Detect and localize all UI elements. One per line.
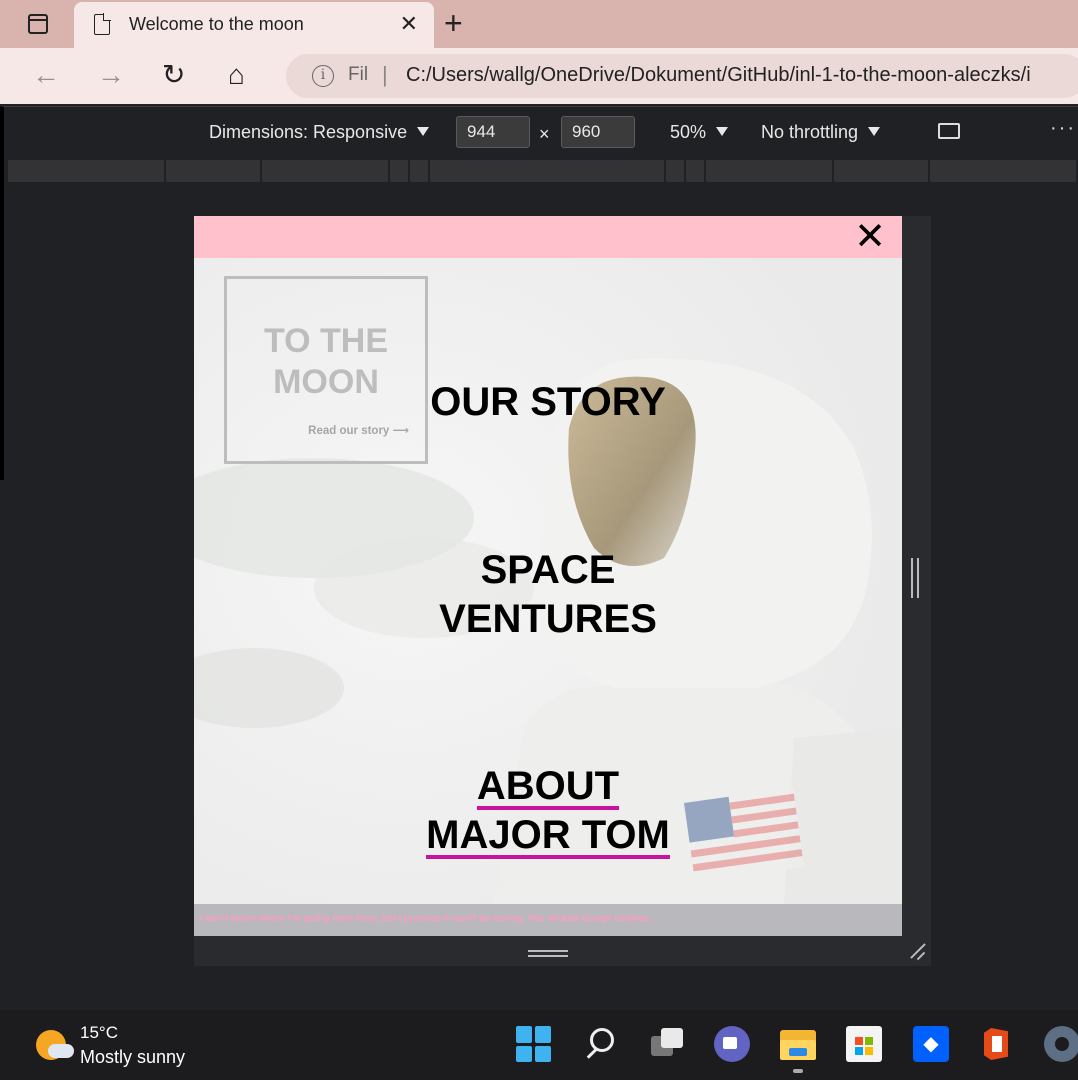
task-view-icon[interactable]: [649, 1026, 685, 1062]
media-query-segment[interactable]: [706, 160, 834, 182]
media-query-segment[interactable]: [930, 160, 1078, 182]
new-tab-button[interactable]: +: [444, 6, 463, 40]
media-query-bar: [4, 158, 1078, 184]
menu-item-our-story[interactable]: OUR STORY: [194, 378, 902, 427]
address-url[interactable]: C:/Users/wallg/OneDrive/Dokument/GitHub/…: [406, 64, 1031, 87]
tab-strip: Welcome to the moon ✕ +: [0, 0, 1078, 48]
menu-item-label: ABOUT: [476, 764, 620, 810]
menu-item-about-major-tom[interactable]: ABOUT MAJOR TOM: [194, 762, 902, 860]
office-icon[interactable]: [979, 1026, 1015, 1062]
cookie-text: I don't know where I'm going from here, …: [200, 913, 652, 924]
viewport-right-resize-handle[interactable]: [902, 216, 931, 966]
rotate-icon[interactable]: [938, 123, 960, 139]
logo-box[interactable]: TO THE MOON Read our story ⟶: [224, 276, 428, 464]
logo-title-line: TO THE: [263, 322, 389, 360]
menu-item-label: SPACE: [480, 548, 616, 592]
media-query-segment[interactable]: [666, 160, 686, 182]
media-query-segment[interactable]: [686, 160, 706, 182]
menu-item-label: OUR STORY: [430, 380, 666, 424]
media-query-segment[interactable]: [390, 160, 410, 182]
menu-item-space-ventures[interactable]: SPACE VENTURES: [194, 546, 902, 644]
microsoft-store-icon[interactable]: [846, 1026, 882, 1062]
taskbar: 15°C Mostly sunny ◆: [0, 1010, 1078, 1080]
page-icon: [94, 13, 111, 35]
zoom-label: 50%: [670, 122, 707, 142]
media-query-segment[interactable]: [410, 160, 430, 182]
weather-description[interactable]: Mostly sunny: [80, 1047, 185, 1068]
tab-actions-icon[interactable]: [20, 11, 58, 37]
device-toolbar: Dimensions: Responsive 944 × 960 50% No …: [0, 106, 1078, 158]
throttling-dropdown[interactable]: No throttling: [761, 122, 881, 143]
zoom-dropdown[interactable]: 50%: [670, 122, 729, 143]
close-menu-icon[interactable]: ✕: [854, 218, 886, 256]
search-icon[interactable]: [584, 1026, 620, 1062]
media-query-segment[interactable]: [8, 160, 166, 182]
viewport-corner-resize-handle[interactable]: [902, 936, 931, 966]
tab-title: Welcome to the moon: [129, 14, 304, 34]
dropbox-icon[interactable]: ◆: [913, 1026, 949, 1062]
media-query-segment[interactable]: [430, 160, 666, 182]
more-options-icon[interactable]: ···: [1050, 117, 1076, 140]
site-info-icon[interactable]: i: [312, 65, 334, 87]
menu-top-bar: ✕: [194, 216, 902, 258]
resize-grip-icon: [911, 558, 919, 598]
dimension-times: ×: [539, 124, 550, 144]
chevron-down-icon: [716, 127, 729, 136]
start-icon[interactable]: [516, 1026, 552, 1062]
emulated-viewport: ✕ TO THE MOON Read our story ⟶ OUR STORY…: [194, 216, 902, 936]
reload-button[interactable]: ↻: [162, 56, 185, 94]
address-separator: |: [382, 62, 388, 87]
tab-close-icon[interactable]: ✕: [400, 12, 418, 36]
throttling-label: No throttling: [761, 122, 859, 142]
dimensions-label: Dimensions: Responsive: [209, 122, 408, 142]
settings-icon[interactable]: [1044, 1026, 1078, 1062]
weather-temperature[interactable]: 15°C: [80, 1023, 118, 1043]
address-bar[interactable]: i Fil | C:/Users/wallg/OneDrive/Dokument…: [286, 54, 1078, 98]
navigation-bar: ← → ↻ ⌂ i Fil | C:/Users/wallg/OneDrive/…: [0, 48, 1078, 104]
media-query-segment[interactable]: [834, 160, 930, 182]
dimensions-dropdown[interactable]: Dimensions: Responsive: [209, 122, 430, 143]
width-input[interactable]: 944: [456, 116, 530, 148]
resize-grip-icon: [528, 950, 568, 957]
media-query-segment[interactable]: [166, 160, 262, 182]
menu-item-label: MAJOR TOM: [426, 813, 670, 859]
height-input[interactable]: 960: [561, 116, 635, 148]
teams-chat-icon[interactable]: [714, 1026, 750, 1062]
chevron-down-icon: [417, 127, 430, 136]
media-query-segment[interactable]: [262, 160, 390, 182]
chevron-down-icon: [868, 127, 881, 136]
forward-button[interactable]: →: [97, 56, 125, 94]
weather-icon[interactable]: [36, 1030, 74, 1060]
home-button[interactable]: ⌂: [228, 56, 245, 94]
address-scheme: Fil: [348, 64, 369, 85]
cookie-banner: I don't know where I'm going from here, …: [194, 904, 902, 936]
running-indicator: [793, 1069, 803, 1073]
tab-welcome[interactable]: Welcome to the moon ✕: [74, 2, 434, 48]
file-explorer-icon[interactable]: [780, 1026, 816, 1062]
menu-item-label: VENTURES: [439, 597, 657, 641]
viewport-bottom-resize-handle[interactable]: [194, 936, 902, 966]
back-button[interactable]: ←: [32, 56, 60, 94]
